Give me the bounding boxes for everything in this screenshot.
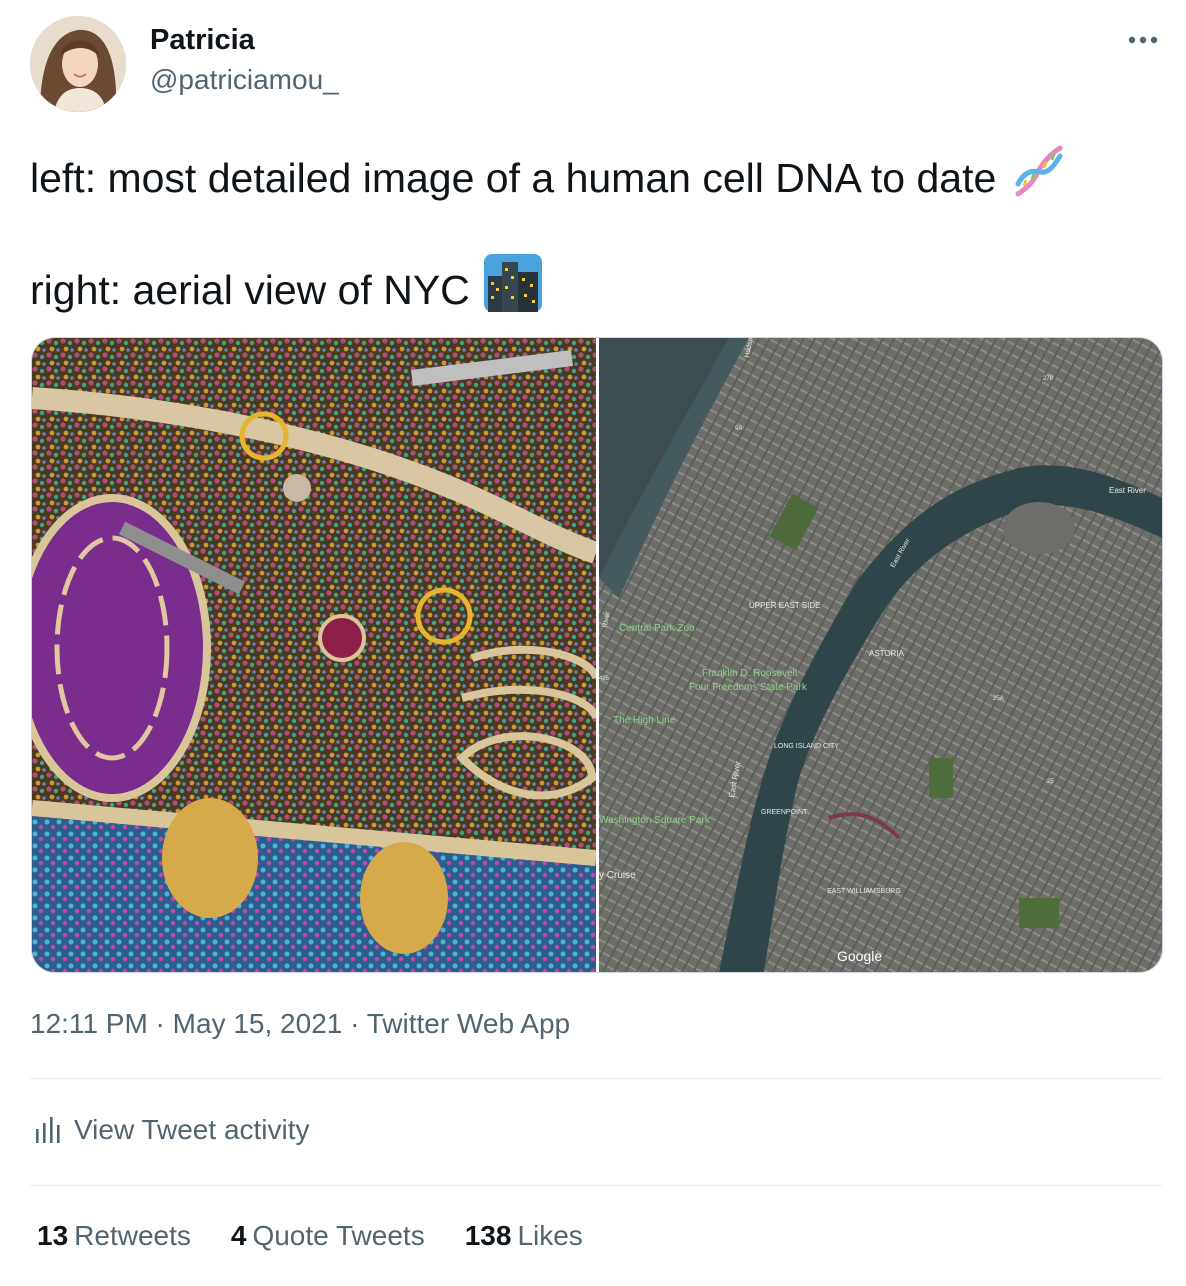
- nyc-aerial-map-image[interactable]: East River East River East River Central…: [599, 338, 1162, 972]
- tweet-line-1-text: left: most detailed image of a human cel…: [30, 155, 997, 201]
- map-label-route-25a: 25A: [993, 696, 1004, 702]
- tweet-text: left: most detailed image of a human cel…: [30, 145, 1160, 318]
- likes-count: 138: [464, 1220, 512, 1251]
- map-label-route-278: 278: [1043, 376, 1054, 382]
- retweets-label: Retweets: [74, 1220, 191, 1251]
- cityscape-emoji-icon: [483, 254, 542, 326]
- map-label-astoria: ASTORIA: [869, 649, 905, 658]
- view-tweet-activity-label: View Tweet activity: [74, 1114, 310, 1145]
- timestamp-separator-2: ·: [342, 1008, 367, 1039]
- map-label-route-9a: 9A: [735, 426, 742, 432]
- likes-label: Likes: [517, 1220, 583, 1251]
- quote-tweets-count: 4: [230, 1220, 247, 1251]
- retweets-stat[interactable]: 13 Retweets: [37, 1220, 191, 1252]
- avatar[interactable]: [30, 16, 126, 112]
- tweet-source-link[interactable]: Twitter Web App: [367, 1008, 570, 1039]
- author-name[interactable]: Patricia: [150, 24, 255, 57]
- map-label-east-williamsburg: EAST WILLIAMSBURG: [827, 888, 901, 895]
- map-label-upper-east-side: UPPER EAST SIDE: [749, 601, 820, 610]
- tweet-line-2-text: right: aerial view of NYC: [30, 267, 470, 313]
- human-cell-image[interactable]: [32, 338, 600, 972]
- activity-chart-icon: [36, 1117, 60, 1143]
- tweet-line-1: left: most detailed image of a human cel…: [30, 145, 1160, 206]
- divider-top: [30, 1078, 1162, 1079]
- map-label-fdr-park-2: Four Freedoms State Park: [689, 682, 808, 693]
- timestamp-separator-1: ·: [147, 1008, 173, 1039]
- map-label-route-495: 495: [599, 676, 610, 682]
- divider-bottom: [30, 1185, 1162, 1186]
- map-label-google: Google: [837, 948, 882, 964]
- map-label-east-river-top: East River: [1109, 486, 1146, 495]
- quote-tweets-stat[interactable]: 4 Quote Tweets: [231, 1220, 425, 1252]
- tweet-date-link[interactable]: May 15, 2021: [173, 1008, 343, 1039]
- dna-emoji-icon: [1010, 142, 1068, 214]
- map-label-fdr-park-1: Franklin D. Roosevelt: [702, 668, 798, 679]
- quote-tweets-label: Quote Tweets: [252, 1220, 425, 1251]
- more-options-icon[interactable]: [1124, 24, 1164, 54]
- tweet-stats: 13 Retweets 4 Quote Tweets 138 Likes: [37, 1220, 623, 1252]
- map-label-central-park-zoo: Central Park Zoo: [619, 623, 695, 634]
- tweet-media: East River East River East River Central…: [31, 337, 1163, 973]
- likes-stat[interactable]: 138 Likes: [465, 1220, 583, 1252]
- avatar-photo: [30, 16, 126, 112]
- map-label-route-25: 25: [1047, 779, 1054, 785]
- map-label-long-island-city: LONG ISLAND CITY: [774, 743, 839, 750]
- map-label-cruise: y Cruise: [599, 870, 636, 881]
- map-label-washington-square: Washington Square Park: [599, 815, 711, 826]
- tweet-time-link[interactable]: 12:11 PM: [30, 1008, 148, 1039]
- view-tweet-activity-button[interactable]: View Tweet activity: [34, 1114, 310, 1146]
- map-label-high-line: The High Line: [613, 715, 676, 726]
- tweet-line-2: right: aerial view of NYC: [30, 254, 1160, 318]
- tweet-timestamp: 12:11 PM · May 15, 2021 · Twitter Web Ap…: [30, 1008, 570, 1040]
- author-handle[interactable]: @patriciamou_: [150, 64, 339, 96]
- retweets-count: 13: [37, 1220, 69, 1251]
- map-label-greenpoint: GREENPOINT: [761, 809, 808, 816]
